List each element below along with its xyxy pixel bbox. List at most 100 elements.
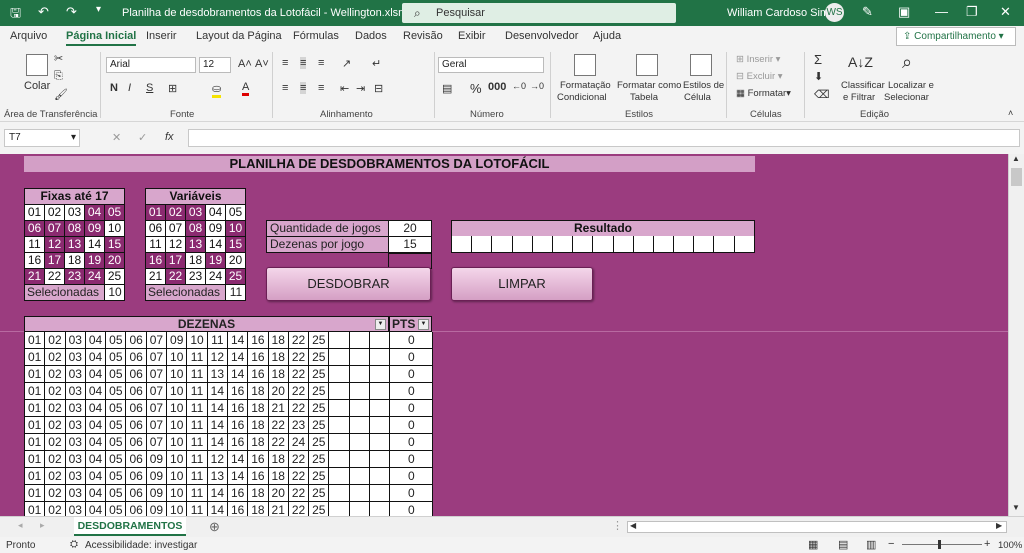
dezena-cell[interactable]: 04 [85,485,107,502]
dezena-cell[interactable]: 25 [309,434,330,451]
dezena-cell[interactable]: 04 [85,366,107,383]
variaveis-number-cell[interactable]: 20 [226,253,246,269]
quantidade-value[interactable]: 20 [389,221,431,236]
dezena-cell[interactable]: 05 [106,349,127,366]
dezena-cell[interactable] [370,502,391,516]
dezena-cell[interactable]: 22 [288,366,310,383]
dezena-cell[interactable]: 09 [146,485,168,502]
dezena-cell[interactable]: 05 [106,451,127,468]
scroll-down-icon[interactable]: ▼ [1012,503,1020,512]
pts-cell[interactable]: 0 [390,468,434,485]
dezena-cell[interactable] [349,502,371,516]
dezena-cell[interactable]: 11 [187,400,208,417]
dezena-cell[interactable] [370,383,391,400]
zoom-in-icon[interactable]: + [984,538,990,550]
fixas-number-cell[interactable]: 24 [85,269,105,285]
dezena-cell[interactable]: 22 [288,468,310,485]
fixas-number-cell[interactable]: 01 [25,205,45,221]
dezena-cell[interactable]: 04 [85,383,107,400]
dezena-cell[interactable]: 25 [309,502,330,516]
dezena-cell[interactable] [370,366,391,383]
decrease-decimal-icon[interactable]: →0 [530,81,544,91]
copy-icon[interactable]: ⎘ [54,70,63,83]
dezena-cell[interactable]: 25 [309,349,330,366]
dezena-cell[interactable] [329,468,350,485]
italic-button[interactable]: I [128,82,131,94]
dezena-cell[interactable] [370,451,391,468]
resultado-cell[interactable] [452,236,473,252]
dezena-cell[interactable]: 05 [106,366,127,383]
number-format-select[interactable]: Geral [438,57,544,73]
variaveis-number-cell[interactable]: 11 [146,237,166,253]
dezena-cell[interactable]: 02 [45,383,66,400]
dezena-cell[interactable]: 22 [288,502,310,516]
dezena-cell[interactable]: 03 [65,451,86,468]
dezena-cell[interactable]: 07 [146,366,168,383]
dezena-cell[interactable] [329,434,350,451]
fixas-number-cell[interactable]: 04 [85,205,105,221]
fixas-number-cell[interactable]: 10 [105,221,125,237]
dezena-cell[interactable]: 16 [248,451,269,468]
dezena-cell[interactable]: 05 [106,400,127,417]
dezena-cell[interactable]: 07 [146,400,168,417]
dezena-cell[interactable]: 04 [85,332,107,349]
worksheet[interactable]: PLANILHA DE DESDOBRAMENTOS DA LOTOFÁCIL … [0,154,1008,516]
dezena-cell[interactable] [349,383,371,400]
dezena-cell[interactable]: 10 [167,349,188,366]
dezena-cell[interactable]: 18 [268,349,289,366]
fixas-number-cell[interactable]: 09 [85,221,105,237]
function-icon[interactable]: fx [165,131,174,143]
sort-filter-label2[interactable]: e Filtrar [843,92,875,103]
scroll-up-icon[interactable]: ▲ [1012,154,1020,163]
dezena-cell[interactable]: 02 [45,485,66,502]
autosum-icon[interactable]: Σ [814,52,822,67]
dezena-cell[interactable] [349,349,371,366]
dezena-cell[interactable]: 25 [309,468,330,485]
dezena-cell[interactable]: 04 [85,451,107,468]
dezena-cell[interactable]: 14 [227,468,249,485]
split-handle-icon[interactable]: ⋮ [612,519,623,532]
align-right-icon[interactable]: ≡ [318,82,324,94]
dezena-cell[interactable]: 07 [146,349,168,366]
dezena-cell[interactable]: 03 [65,417,86,434]
tab-exibir[interactable]: Exibir [458,30,486,42]
dezena-cell[interactable]: 16 [227,434,249,451]
dezena-cell[interactable]: 14 [207,485,228,502]
name-box[interactable]: T7 ▾ [4,129,80,147]
cell-styles-label1[interactable]: Estilos de [683,80,724,91]
font-name-select[interactable]: Arial [106,57,196,73]
dezena-cell[interactable]: 10 [167,417,188,434]
dezena-cell[interactable]: 24 [288,434,310,451]
dezena-cell[interactable]: 14 [207,417,228,434]
dezena-cell[interactable] [329,383,350,400]
resultado-cell[interactable] [633,236,654,252]
dezena-cell[interactable]: 18 [268,366,289,383]
dezena-cell[interactable]: 16 [248,468,269,485]
dezena-cell[interactable]: 01 [25,468,46,485]
dezena-cell[interactable]: 05 [106,332,127,349]
dezena-cell[interactable]: 14 [207,434,228,451]
dezena-cell[interactable]: 05 [106,434,127,451]
dezena-cell[interactable]: 02 [45,451,66,468]
align-bottom-icon[interactable]: ≡ [318,57,324,69]
dezena-cell[interactable]: 13 [207,366,228,383]
variaveis-number-cell[interactable]: 07 [166,221,186,237]
dezena-cell[interactable]: 05 [106,485,127,502]
dezena-cell[interactable] [329,451,350,468]
dezena-cell[interactable]: 10 [167,485,188,502]
shrink-font-icon[interactable]: A˅ [255,58,269,70]
variaveis-number-cell[interactable]: 04 [206,205,226,221]
dezena-cell[interactable]: 03 [65,434,86,451]
fixas-number-cell[interactable]: 21 [25,269,45,285]
dezena-cell[interactable] [349,434,371,451]
variaveis-number-cell[interactable]: 06 [146,221,166,237]
dezena-cell[interactable]: 04 [85,502,107,516]
dezena-cell[interactable]: 25 [309,451,330,468]
dezena-cell[interactable]: 14 [227,332,249,349]
variaveis-number-cell[interactable]: 02 [166,205,186,221]
dezena-cell[interactable]: 07 [146,417,168,434]
pts-cell[interactable]: 0 [390,417,434,434]
dezena-cell[interactable]: 16 [248,332,269,349]
dezena-cell[interactable]: 25 [309,332,330,349]
dezena-cell[interactable]: 10 [167,366,188,383]
